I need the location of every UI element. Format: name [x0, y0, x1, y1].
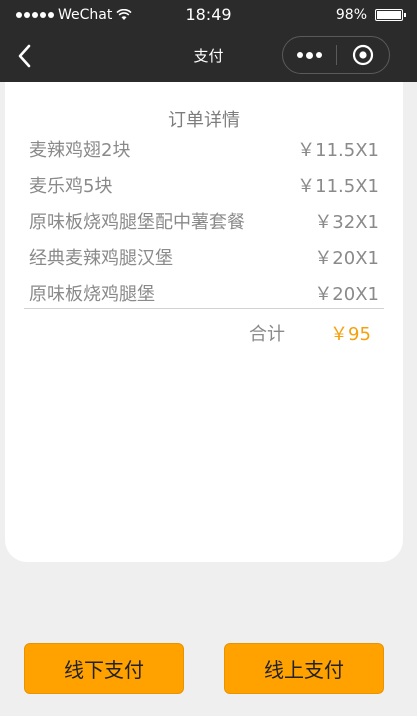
item-name: 麦辣鸡翅2块 [29, 140, 131, 161]
item-price: ￥11.5X1 [297, 176, 379, 197]
battery-info: 98% [335, 7, 406, 23]
nav-bar: 支付 [0, 30, 417, 82]
order-title: 订单详情 [168, 110, 240, 131]
target-icon [352, 44, 374, 66]
order-item: 麦辣鸡翅2块 ￥11.5X1 [29, 136, 379, 161]
battery-percent: 98% [335, 7, 367, 23]
order-item: 原味板烧鸡腿堡 ￥20X1 [29, 280, 379, 305]
online-pay-button[interactable]: 线上支付 [224, 643, 384, 694]
item-name: 原味板烧鸡腿堡 [29, 284, 155, 305]
item-name: 原味板烧鸡腿堡配中薯套餐 [29, 212, 245, 233]
item-price: ￥11.5X1 [297, 140, 379, 161]
offline-pay-button[interactable]: 线下支付 [24, 643, 184, 694]
item-name: 麦乐鸡5块 [29, 176, 113, 197]
close-mini-program-button[interactable] [337, 37, 389, 73]
mini-program-capsule [282, 36, 390, 74]
total-label: 合计 [249, 324, 285, 345]
battery-icon [375, 9, 406, 21]
item-price: ￥32X1 [314, 212, 379, 233]
divider [24, 308, 384, 309]
item-price: ￥20X1 [314, 284, 379, 305]
more-icon [297, 52, 303, 58]
more-button[interactable] [283, 37, 336, 73]
order-item: 原味板烧鸡腿堡配中薯套餐 ￥32X1 [29, 208, 379, 233]
item-name: 经典麦辣鸡腿汉堡 [29, 248, 173, 269]
item-price: ￥20X1 [314, 248, 379, 269]
total-value: ￥95 [330, 324, 371, 345]
order-item: 麦乐鸡5块 ￥11.5X1 [29, 172, 379, 197]
order-item: 经典麦辣鸡腿汉堡 ￥20X1 [29, 244, 379, 269]
status-bar: WeChat 18:49 98% [0, 0, 417, 30]
